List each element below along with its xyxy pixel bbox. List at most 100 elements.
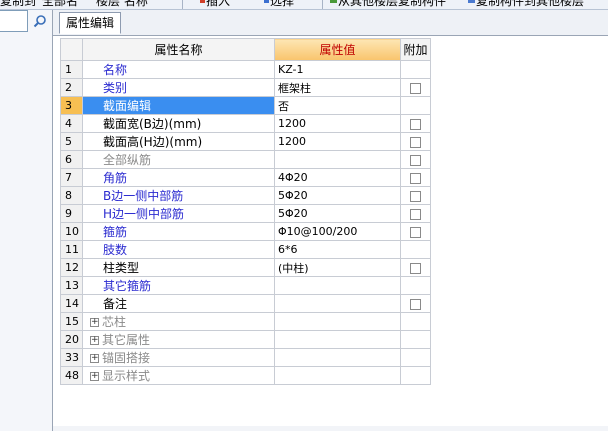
property-value-cell[interactable] xyxy=(274,366,401,385)
property-row[interactable]: 20 + 其它属性 xyxy=(60,330,431,349)
attach-checkbox[interactable] xyxy=(410,172,421,184)
attach-cell xyxy=(400,60,431,79)
property-row[interactable]: 2 类别 框架柱 xyxy=(60,78,431,97)
property-row[interactable]: 6 全部纵筋 xyxy=(60,150,431,169)
tab-property-edit[interactable]: 属性编辑 xyxy=(59,12,122,34)
property-row[interactable]: 8 B边一侧中部筋 5Φ20 xyxy=(60,186,431,205)
property-value-cell[interactable]: 1200 xyxy=(274,132,401,151)
property-name-cell[interactable]: H边一侧中部筋 xyxy=(82,204,275,223)
property-value-cell[interactable]: Φ10@100/200 xyxy=(274,222,401,241)
property-name-label: 其它属性 xyxy=(102,333,151,347)
horizontal-scrollbar[interactable] xyxy=(53,426,608,431)
property-name-cell[interactable]: + 显示样式 xyxy=(82,366,275,385)
property-name-cell[interactable]: 截面宽(B边)(mm) xyxy=(82,114,275,133)
property-name-cell[interactable]: + 锚固搭接 xyxy=(82,348,275,367)
toolbar-item-insert[interactable]: 插入 xyxy=(200,0,230,8)
row-index: 15 xyxy=(60,312,83,331)
header-attach: 附加 xyxy=(400,38,431,61)
property-row[interactable]: 7 角筋 4Φ20 xyxy=(60,168,431,187)
property-row[interactable]: 1 名称 KZ-1 xyxy=(60,60,431,79)
attach-cell xyxy=(400,330,431,349)
property-name-cell[interactable]: 肢数 xyxy=(82,240,275,259)
property-value-cell[interactable] xyxy=(274,348,401,367)
property-value-cell[interactable]: 4Φ20 xyxy=(274,168,401,187)
attach-cell xyxy=(400,186,431,205)
toolbar-separator xyxy=(322,0,323,9)
property-name-cell[interactable]: 截面高(H边)(mm) xyxy=(82,132,275,151)
attach-checkbox[interactable] xyxy=(410,208,421,220)
attach-checkbox[interactable] xyxy=(410,262,421,274)
row-index: 48 xyxy=(60,366,83,385)
property-name-cell[interactable]: 箍筋 xyxy=(82,222,275,241)
property-name-cell[interactable]: B边一侧中部筋 xyxy=(82,186,275,205)
property-name-cell[interactable]: 备注 xyxy=(82,294,275,313)
property-value-cell[interactable] xyxy=(274,294,401,313)
property-row[interactable]: 12 柱类型 (中柱) xyxy=(60,258,431,277)
toolbar-item-floor-name[interactable]: 楼层 名称 xyxy=(96,0,148,8)
property-value-cell[interactable] xyxy=(274,330,401,349)
property-row[interactable]: 5 截面高(H边)(mm) 1200 xyxy=(60,132,431,151)
toolbar-item-copy-to-floor[interactable]: 复制构件到其他楼层 xyxy=(468,0,584,8)
left-panel xyxy=(0,10,53,431)
property-row[interactable]: 9 H边一侧中部筋 5Φ20 xyxy=(60,204,431,223)
property-name-cell[interactable]: 截面编辑 xyxy=(82,96,275,115)
property-value-cell[interactable]: 框架柱 xyxy=(274,78,401,97)
toolbar-separator xyxy=(182,0,183,9)
attach-checkbox[interactable] xyxy=(410,154,421,166)
property-name-cell[interactable]: 柱类型 xyxy=(82,258,275,277)
attach-cell xyxy=(400,258,431,277)
toolbar-item-copy-to[interactable]: 复制到 xyxy=(0,0,36,8)
property-row[interactable]: 48 + 显示样式 xyxy=(60,366,431,385)
header-property-name: 属性名称 xyxy=(82,38,275,61)
property-value-cell[interactable]: 1200 xyxy=(274,114,401,133)
property-row[interactable]: 15 + 芯柱 xyxy=(60,312,431,331)
property-value-cell[interactable] xyxy=(274,276,401,295)
expand-icon[interactable]: + xyxy=(90,336,99,345)
property-value-cell[interactable]: KZ-1 xyxy=(274,60,401,79)
toolbar-item-select[interactable]: 选择 xyxy=(264,0,294,8)
property-row[interactable]: 4 截面宽(B边)(mm) 1200 xyxy=(60,114,431,133)
property-row[interactable]: 3 截面编辑 否 xyxy=(60,96,431,115)
property-name-cell[interactable]: 名称 xyxy=(82,60,275,79)
property-value-cell[interactable]: 否 xyxy=(274,96,401,115)
search-button[interactable] xyxy=(29,10,51,32)
property-name-cell[interactable]: 角筋 xyxy=(82,168,275,187)
property-name-label: B边一侧中部筋 xyxy=(103,189,184,203)
attach-checkbox[interactable] xyxy=(410,190,421,202)
toolbar-select-label: 选择 xyxy=(270,0,295,8)
property-name-label: 类别 xyxy=(103,81,128,95)
expand-icon[interactable]: + xyxy=(90,354,99,363)
property-name-label: 肢数 xyxy=(103,243,128,257)
property-value-cell[interactable] xyxy=(274,312,401,331)
property-name-cell[interactable]: + 其它属性 xyxy=(82,330,275,349)
search-input[interactable] xyxy=(0,10,28,32)
property-name-cell[interactable]: 全部纵筋 xyxy=(82,150,275,169)
property-value-cell[interactable]: 5Φ20 xyxy=(274,204,401,223)
header-index xyxy=(60,38,83,61)
property-name-cell[interactable]: 其它箍筋 xyxy=(82,276,275,295)
property-value-cell[interactable] xyxy=(274,150,401,169)
attach-checkbox[interactable] xyxy=(410,118,421,130)
attach-checkbox[interactable] xyxy=(410,136,421,148)
expand-icon[interactable]: + xyxy=(90,318,99,327)
expand-icon[interactable]: + xyxy=(90,372,99,381)
property-grid: 属性名称 属性值 附加 1 名称 KZ-1 2 类别 框架柱 3 截面编辑 否 4 截面宽(B边)(… xyxy=(60,38,431,385)
property-name-cell[interactable]: 类别 xyxy=(82,78,275,97)
property-row[interactable]: 14 备注 xyxy=(60,294,431,313)
property-row[interactable]: 13 其它箍筋 xyxy=(60,276,431,295)
property-name-cell[interactable]: + 芯柱 xyxy=(82,312,275,331)
property-row[interactable]: 11 肢数 6*6 xyxy=(60,240,431,259)
toolbar-item-copy-from-floor[interactable]: 从其他楼层复制构件 xyxy=(330,0,446,8)
property-value-cell[interactable]: (中柱) xyxy=(274,258,401,277)
attach-checkbox[interactable] xyxy=(410,82,421,94)
toolbar: 复制到 全部名 楼层 名称 插入 选择 从其他楼层复制构件 复制构件到其他楼层 xyxy=(0,0,608,10)
attach-cell xyxy=(400,96,431,115)
attach-checkbox[interactable] xyxy=(410,298,421,310)
property-row[interactable]: 33 + 锚固搭接 xyxy=(60,348,431,367)
property-row[interactable]: 10 箍筋 Φ10@100/200 xyxy=(60,222,431,241)
property-value-cell[interactable]: 5Φ20 xyxy=(274,186,401,205)
property-name-label: 截面高(H边)(mm) xyxy=(103,135,203,149)
attach-checkbox[interactable] xyxy=(410,226,421,238)
toolbar-item-all-name[interactable]: 全部名 xyxy=(42,0,78,8)
property-value-cell[interactable]: 6*6 xyxy=(274,240,401,259)
